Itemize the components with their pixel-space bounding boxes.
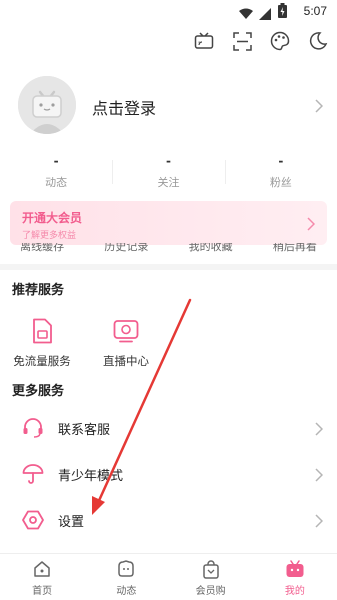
chevron-right-icon [315,467,324,486]
theme-palette-icon[interactable] [269,30,291,52]
section-divider [0,264,337,270]
top-toolbar [193,30,329,52]
chevron-right-icon [315,513,324,532]
stat-label: 动态 [45,176,68,189]
headset-icon [22,417,44,439]
vip-subtitle: 了解更多权益 [22,231,77,241]
feed-icon [116,559,136,579]
tab-member-shop[interactable]: 会员购 [169,554,253,600]
free-traffic-service[interactable]: 免流量服务 [2,316,82,369]
login-label: 点击登录 [92,99,157,118]
tab-mine[interactable]: 我的 [253,554,337,600]
row-label: 设置 [58,515,85,530]
tv-mascot-icon [285,559,305,579]
teen-mode-row[interactable]: 青少年模式 [0,451,337,497]
tab-label: 我的 [284,586,305,597]
stat-following[interactable]: - 关注 [112,154,224,190]
stat-value: - [53,154,59,168]
row-label: 青少年模式 [58,469,124,484]
settings-row[interactable]: 设置 [0,497,337,543]
home-icon [32,559,52,579]
stat-fans[interactable]: - 粉丝 [224,154,337,190]
stat-value: - [278,154,284,168]
clock: 5:07 [303,4,327,18]
stat-label: 粉丝 [269,176,292,189]
bottom-tab-bar: 首页 动态 会员购 我的 [0,553,337,600]
scan-icon[interactable] [231,30,253,52]
battery-icon [278,3,287,22]
recommended-services-title: 推荐服务 [12,283,65,298]
service-label: 免流量服务 [13,354,71,368]
more-services-title: 更多服务 [12,384,65,399]
signal-icon [259,5,271,24]
contact-support-row[interactable]: 联系客服 [0,405,337,451]
gear-icon [22,509,44,531]
shortcut-history[interactable]: 历史记录 [84,243,168,259]
wifi-icon [239,5,253,24]
shortcut-offline-cache[interactable]: 离线缓存 [0,243,84,259]
shortcut-watch-later[interactable]: 稍后再看 [253,243,337,259]
tab-dynamics[interactable]: 动态 [84,554,168,600]
tab-label: 会员购 [195,586,226,597]
vip-banner[interactable]: 开通大会员 了解更多权益 [10,201,327,245]
umbrella-icon [22,463,44,485]
chevron-right-icon [315,421,324,440]
live-tv-icon [111,316,141,346]
sim-card-icon [27,316,57,346]
chevron-right-icon [315,98,324,117]
stat-value: - [166,154,171,168]
shortcut-favorites[interactable]: 我的收藏 [169,243,253,259]
avatar[interactable] [18,76,76,134]
live-center-service[interactable]: 直播中心 [86,316,166,369]
tab-home[interactable]: 首页 [0,554,84,600]
row-label: 联系客服 [58,423,111,438]
status-bar: 5:07 [0,0,337,24]
vip-title: 开通大会员 [22,211,83,225]
stat-dynamics[interactable]: - 动态 [0,154,112,190]
stat-label: 关注 [157,176,180,189]
profile-login-row[interactable]: 点击登录 [0,76,337,138]
cast-tv-icon[interactable] [193,30,215,52]
shortcut-row: 离线缓存 历史记录 我的收藏 稍后再看 [0,243,337,259]
tab-label: 首页 [32,586,53,597]
shop-bag-icon [201,559,221,579]
chevron-right-icon [307,216,316,235]
stats-row: - 动态 - 关注 - 粉丝 [0,154,337,190]
night-mode-icon[interactable] [307,30,329,52]
tab-label: 动态 [116,586,137,597]
service-label: 直播中心 [103,354,149,368]
